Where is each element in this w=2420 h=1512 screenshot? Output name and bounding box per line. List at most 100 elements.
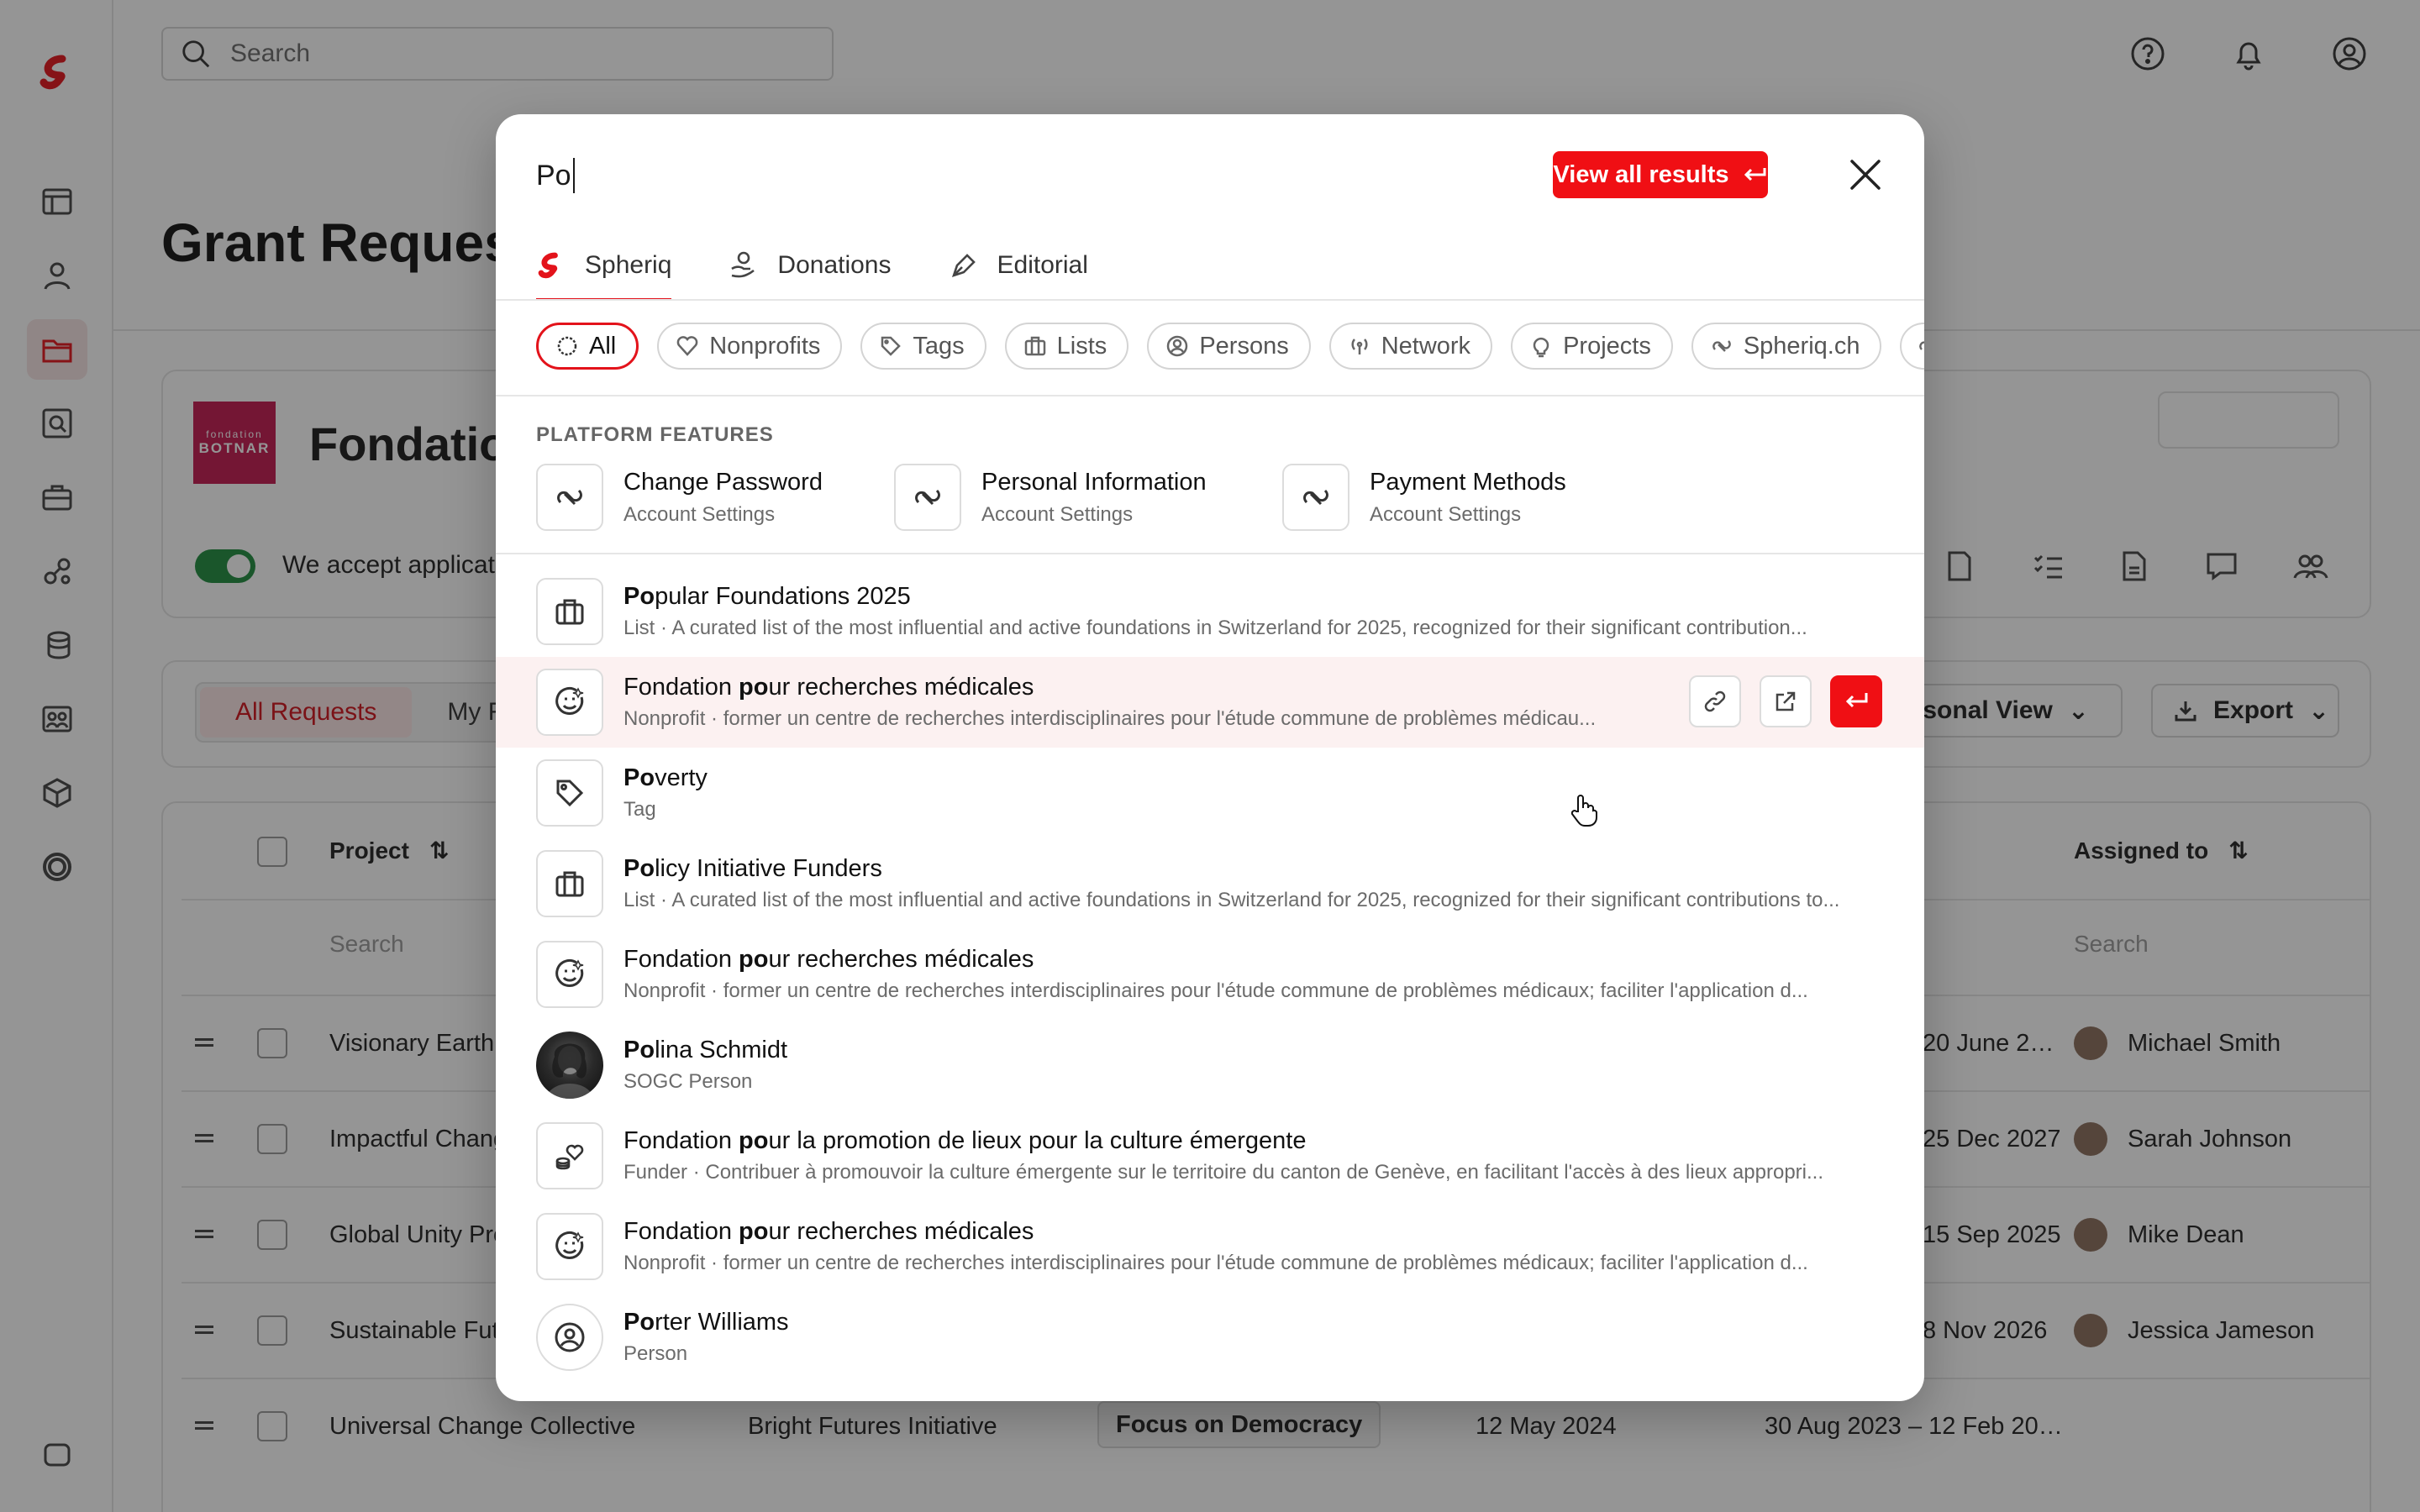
result-subtitle: Funder · Contribuer à promouvoir la cult… (623, 1161, 1823, 1184)
result-item[interactable]: Fondation pour recherches médicales Nonp… (496, 1201, 1924, 1292)
result-subtitle: Person (623, 1342, 688, 1365)
smile-face-icon (536, 941, 603, 1008)
filter-chips: All Nonprofits Tags Lists Persons Networ… (536, 323, 1924, 370)
copy-link-icon[interactable] (1689, 675, 1741, 727)
chip-spheriq-ch[interactable]: Spheriq.ch (1691, 323, 1882, 370)
result-title: Popular Foundations 2025 (623, 583, 911, 611)
feature-subtitle: Account Settings (623, 502, 776, 526)
pen-icon (949, 250, 979, 281)
result-title-prefix: Fondation (623, 1218, 739, 1245)
result-title-rest: lina Schmidt (655, 1037, 788, 1063)
chip-nonprofits-label: Nonprofits (709, 332, 821, 360)
result-subtitle: Nonprofit · former un centre de recherch… (623, 707, 1597, 730)
feature-subtitle: Account Settings (981, 502, 1134, 526)
tab-donations[interactable]: Donations (729, 242, 892, 289)
result-subtitle: Nonprofit · former un centre de recherch… (623, 979, 1808, 1002)
tab-spheriq[interactable]: Spheriq (536, 242, 672, 301)
result-subtitle: SOGC Person (623, 1070, 753, 1093)
result-title: Porter Williams (623, 1309, 789, 1336)
spheriq-logo-icon (536, 250, 566, 281)
chip-persons-label: Persons (1199, 332, 1289, 360)
spheriq-icon (1917, 334, 1924, 358)
chip-nonprofits[interactable]: Nonprofits (657, 323, 843, 370)
modal-search-input[interactable]: Po (536, 158, 575, 193)
spheriq-icon (1282, 464, 1349, 531)
close-icon[interactable] (1845, 155, 1886, 195)
result-title-rest: ur recherches médicales (768, 674, 1034, 701)
match-highlight: po (739, 1218, 769, 1245)
result-title-rest: rter Williams (655, 1309, 789, 1336)
text-caret (572, 158, 575, 193)
result-item[interactable]: Fondation pour la promotion de lieux pou… (496, 1110, 1924, 1201)
tab-editorial[interactable]: Editorial (949, 242, 1088, 289)
result-item[interactable]: Porter Williams Person (496, 1292, 1924, 1383)
tabs-divider (496, 299, 1924, 301)
feature-title: Personal Information (981, 468, 1207, 496)
result-title: Policy Initiative Funders (623, 855, 882, 883)
return-arrow-icon (1741, 165, 1768, 185)
avatar (536, 1032, 603, 1099)
match-highlight: Po (623, 764, 655, 791)
lightbulb-icon (1529, 334, 1553, 358)
result-subtitle: Nonprofit · former un centre de recherch… (623, 1252, 1808, 1274)
section-label: PLATFORM FEATURES (536, 423, 774, 446)
coins-heart-icon (536, 1122, 603, 1189)
chip-network-label: Network (1381, 332, 1471, 360)
result-subtitle: Tag (623, 798, 656, 821)
match-highlight: po (739, 1127, 769, 1154)
result-title: Polina Schmidt (623, 1037, 787, 1064)
briefcase-icon (536, 850, 603, 917)
spheriq-icon (1710, 334, 1733, 358)
person-icon (1165, 334, 1189, 358)
tag-icon (536, 759, 603, 827)
result-title-rest: pular Foundations 2025 (655, 583, 911, 610)
result-item[interactable]: Popular Foundations 2025 List · A curate… (496, 566, 1924, 657)
result-title-rest: ur recherches médicales (768, 1218, 1034, 1245)
result-title-prefix: Fondation (623, 674, 739, 701)
result-item[interactable]: Policy Initiative Funders List · A curat… (496, 838, 1924, 929)
circle-icon (555, 334, 579, 358)
feature-title: Change Password (623, 468, 823, 496)
match-highlight: Po (623, 583, 655, 610)
chip-all[interactable]: All (536, 323, 639, 370)
result-subtitle: List · A curated list of the most influe… (623, 889, 1840, 911)
result-title-prefix: Fondation (623, 1127, 739, 1154)
result-item[interactable]: Poverty Tag (496, 748, 1924, 838)
chip-tags[interactable]: Tags (860, 323, 986, 370)
result-title-rest: verty (655, 764, 708, 791)
briefcase-icon (536, 578, 603, 645)
spheriq-icon (894, 464, 961, 531)
search-modal: Po View all results Spheriq Donations Ed… (496, 114, 1924, 1401)
select-result-icon[interactable] (1830, 675, 1882, 727)
chip-projects[interactable]: Projects (1511, 323, 1673, 370)
feature-change-password[interactable]: Change Password Account Settings (536, 464, 823, 531)
result-title: Poverty (623, 764, 708, 792)
chip-more[interactable] (1900, 323, 1924, 370)
smile-face-icon (536, 1213, 603, 1280)
result-title-rest: licy Initiative Funders (655, 855, 882, 882)
match-highlight: po (739, 946, 769, 973)
feature-personal-information[interactable]: Personal Information Account Settings (894, 464, 1207, 531)
heart-icon (676, 334, 699, 358)
match-highlight: Po (623, 855, 655, 882)
chip-projects-label: Projects (1563, 332, 1651, 360)
result-item[interactable]: Fondation pour recherches médicales Nonp… (496, 929, 1924, 1020)
result-title: Fondation pour recherches médicales (623, 674, 1034, 701)
result-item[interactable]: Fondation pour recherches médicales Nonp… (496, 657, 1924, 748)
result-title-rest: ur recherches médicales (768, 946, 1034, 973)
result-item[interactable]: Polina Schmidt SOGC Person (496, 1020, 1924, 1110)
chip-network[interactable]: Network (1328, 323, 1493, 370)
chip-persons[interactable]: Persons (1147, 323, 1311, 370)
open-external-icon[interactable] (1760, 675, 1812, 727)
modal-search-value: Po (536, 159, 571, 192)
person-circle-icon (536, 1304, 603, 1371)
donation-hand-icon (729, 250, 759, 281)
chips-divider (496, 395, 1924, 396)
feature-payment-methods[interactable]: Payment Methods Account Settings (1282, 464, 1566, 531)
feature-subtitle: Account Settings (1370, 502, 1522, 526)
tab-editorial-label: Editorial (997, 251, 1088, 279)
tab-donations-label: Donations (777, 251, 892, 279)
view-all-results-button[interactable]: View all results (1553, 151, 1768, 198)
result-title: Fondation pour recherches médicales (623, 1218, 1034, 1246)
chip-lists[interactable]: Lists (1004, 323, 1129, 370)
